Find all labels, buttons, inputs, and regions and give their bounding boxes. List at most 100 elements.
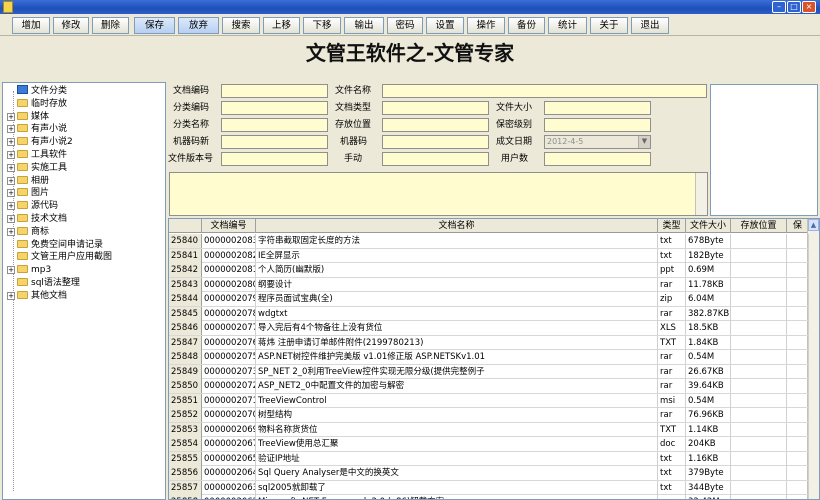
file-size-field[interactable] <box>544 101 651 115</box>
cat-name-field[interactable] <box>221 118 328 132</box>
scroll-up-icon[interactable]: ▲ <box>808 219 819 231</box>
expand-plus-icon[interactable]: + <box>7 266 15 275</box>
tree-item[interactable]: 文件分类 <box>7 85 67 98</box>
maximize-button[interactable]: □ <box>787 1 801 13</box>
doc-name-field[interactable] <box>382 84 707 98</box>
dropdown-arrow-icon[interactable]: ▼ <box>638 136 650 148</box>
table-row[interactable]: 25846 0000002077 导入完后有4个物备往上没有货位 XLS 18.5KB <box>169 321 809 336</box>
table-row[interactable]: 25852 0000002070 树型结构 rar 76.96KB <box>169 408 809 423</box>
location-label: 存放位置 <box>335 120 372 130</box>
expand-plus-icon[interactable]: + <box>7 138 15 147</box>
type-header[interactable]: 类型 <box>658 219 686 233</box>
doc-no-field[interactable] <box>221 84 328 98</box>
expand-plus-icon[interactable]: + <box>7 215 15 223</box>
table-row[interactable]: 25848 0000002075 ASP.NET树控件维护完美版 v1.01修正版 … <box>169 350 809 365</box>
save-button[interactable]: 保存 <box>134 17 175 34</box>
delete-button[interactable]: 删除 <box>92 17 129 34</box>
backup-button[interactable]: 备份 <box>508 17 545 34</box>
tree-item[interactable]: + 商标 <box>7 226 49 239</box>
tree-item[interactable]: + mp3 <box>7 264 51 277</box>
doc-name-cell: TreeViewControl <box>256 393 658 408</box>
tree-item[interactable]: 临时存放 <box>7 98 67 111</box>
tree-item[interactable]: + 工具软件 <box>7 149 67 162</box>
tree-item[interactable]: + 其他文档 <box>7 290 67 303</box>
doc-name-cell: 蒋炜 注册申请订单邮件附件(2199780213) <box>256 335 658 350</box>
move-up-button[interactable]: 上移 <box>263 17 300 34</box>
tree-item[interactable]: 文管王用户应用截图 <box>7 251 112 264</box>
documents-grid[interactable]: 文档编号 文档名称 类型 文件大小 存放位置保 ▲ 25840 0000002083 字符串… <box>168 218 820 500</box>
row-indicator-header[interactable] <box>169 219 202 233</box>
tree-item[interactable]: + 有声小说2 <box>7 136 73 149</box>
tree-item[interactable]: + 源代码 <box>7 200 58 213</box>
table-row[interactable]: 25857 0000002063 sql2005就卸载了 txt 344Byte <box>169 480 809 495</box>
edit-button[interactable]: 修改 <box>53 17 89 34</box>
doc-type-field[interactable] <box>382 101 489 115</box>
minimize-button[interactable]: – <box>772 1 786 13</box>
table-row[interactable]: 25847 0000002076 蒋炜 注册申请订单邮件附件(2199780213)… <box>169 335 809 350</box>
users-field[interactable] <box>544 152 651 166</box>
tree-item[interactable]: 免费空间申请记录 <box>7 239 103 252</box>
expand-plus-icon[interactable]: + <box>7 163 15 172</box>
doc-no-cell: 0000002062 <box>202 495 256 499</box>
tree-item[interactable]: + 图片 <box>7 187 49 200</box>
notes-scrollbar[interactable] <box>695 173 707 215</box>
search-button[interactable]: 搜索 <box>222 17 260 34</box>
cat-code-field[interactable] <box>221 101 328 115</box>
expand-plus-icon[interactable]: + <box>7 151 15 159</box>
cancel-button[interactable]: 放弃 <box>178 17 219 34</box>
manual-field[interactable] <box>382 152 489 166</box>
settings-button[interactable]: 设置 <box>426 17 464 34</box>
machine-new-field[interactable] <box>221 135 328 149</box>
doc-name-header[interactable]: 文档名称 <box>256 219 658 233</box>
stats-button[interactable]: 统计 <box>548 17 587 34</box>
tree-item[interactable]: + 媒体 <box>7 111 49 124</box>
expand-plus-icon[interactable]: + <box>7 189 15 198</box>
table-row[interactable]: 25849 0000002073 SP_NET 2_0利用TreeView控件实现无… <box>169 364 809 379</box>
table-row[interactable]: 25851 0000002071 TreeViewControl msi 0.54M <box>169 393 809 408</box>
doc-no-header[interactable]: 文档编号 <box>202 219 256 233</box>
about-button[interactable]: 关于 <box>590 17 628 34</box>
secret-field[interactable] <box>544 118 651 132</box>
expand-plus-icon[interactable]: + <box>7 291 15 300</box>
add-button[interactable]: 增加 <box>12 17 50 34</box>
expand-plus-icon[interactable]: + <box>7 125 15 134</box>
table-row[interactable]: 25843 0000002080 纲要设计 rar 11.78KB <box>169 277 809 292</box>
machine-field[interactable] <box>382 135 489 149</box>
tree-item[interactable]: + 技术文档 <box>7 213 67 226</box>
size-header[interactable]: 文件大小 <box>686 219 731 233</box>
category-tree[interactable]: 文件分类 临时存放 + 媒体 + 有声小说 + 有声小说2 + 工具软件 + 实施工具 + 相册 + 图片 + 源… <box>2 82 166 500</box>
table-row[interactable]: 25842 0000002081 个人简历(幽默版) ppt 0.69M <box>169 263 809 278</box>
table-row[interactable]: 25853 0000002069 物料名称货货位 TXT 1.14KB <box>169 422 809 437</box>
doc-name-cell: Sql Query Analyser是中文的换英文 <box>256 466 658 480</box>
table-row[interactable]: 25850 0000002072 ASP_NET2_0中配置文件的加密与解密 rar 3… <box>169 379 809 394</box>
table-row[interactable]: 25856 0000002064 Sql Query Analyser是中文的换英文… <box>169 466 809 481</box>
version-field[interactable] <box>221 152 328 166</box>
tree-item[interactable]: sql语法整理 <box>7 277 80 290</box>
operate-button[interactable]: 操作 <box>467 17 505 34</box>
expand-plus-icon[interactable]: + <box>7 202 15 211</box>
exit-button[interactable]: 退出 <box>631 17 669 34</box>
move-down-button[interactable]: 下移 <box>303 17 341 34</box>
close-button[interactable]: × <box>802 1 816 13</box>
location-header[interactable]: 存放位置 <box>731 219 787 233</box>
notes-textarea[interactable] <box>169 172 708 216</box>
expand-plus-icon[interactable]: + <box>7 227 15 236</box>
tree-item[interactable]: + 相册 <box>7 175 49 188</box>
tree-item[interactable]: + 实施工具 <box>7 162 67 175</box>
table-row[interactable]: 25841 0000002082 IE全屏显示 txt 182Byte <box>169 248 809 263</box>
secret-header[interactable]: 保 <box>787 219 809 233</box>
table-row[interactable]: 25844 0000002079 程序员面试宝典(全) zip 6.04M <box>169 292 809 307</box>
expand-plus-icon[interactable]: + <box>7 176 15 185</box>
location-field[interactable] <box>382 118 489 132</box>
table-row[interactable]: 25855 0000002065 验证IP地址 txt 1.16KB <box>169 451 809 466</box>
table-row[interactable]: 25840 0000002083 字符串截取固定长度的方法 txt 678Byte <box>169 234 809 249</box>
password-button[interactable]: 密码 <box>387 17 423 34</box>
date-picker[interactable]: 2012-4-5 ▼ <box>544 135 651 149</box>
export-button[interactable]: 输出 <box>344 17 384 34</box>
table-row[interactable]: 258580000002062Microsoft .NET Framework … <box>169 495 809 499</box>
table-row[interactable]: 25854 0000002067 TreeView使用总汇聚 doc 204KB <box>169 437 809 452</box>
table-row[interactable]: 25845 0000002078 wdgtxt rar 382.87KB <box>169 306 809 321</box>
secret-cell <box>787 335 809 350</box>
tree-item[interactable]: + 有声小说 <box>7 123 67 136</box>
expand-plus-icon[interactable]: + <box>7 112 15 121</box>
